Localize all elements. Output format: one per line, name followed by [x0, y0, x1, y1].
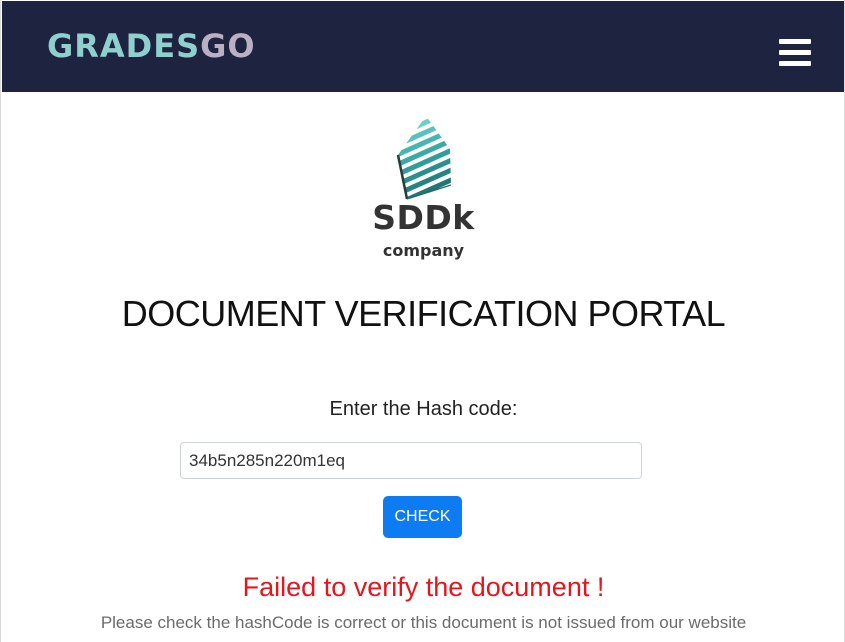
company-subtitle: company [382, 241, 465, 260]
company-name: SDDk [372, 198, 475, 237]
top-navbar: GRADESGO [2, 1, 844, 92]
hash-code-input[interactable] [180, 442, 642, 479]
check-button[interactable]: CHECK [383, 496, 462, 538]
hamburger-bar [779, 50, 811, 55]
brand-text-grades: GRADES [47, 27, 201, 65]
hamburger-bar [779, 61, 811, 66]
hamburger-menu-icon[interactable] [779, 39, 811, 67]
verification-error-title: Failed to verify the document ! [242, 572, 605, 602]
page-title: DOCUMENT VERIFICATION PORTAL [121, 293, 726, 334]
app-window: GRADESGO SDDk company DOCUMENT VERIFICAT… [0, 0, 845, 642]
hamburger-bar [779, 39, 811, 44]
brand-logo[interactable]: GRADESGO [47, 27, 256, 65]
brand-text-go: GO [200, 27, 256, 65]
hash-code-label: Enter the Hash code: [329, 398, 518, 420]
verification-error-detail: Please check the hashCode is correct or … [100, 613, 747, 632]
company-logo-icon [393, 113, 463, 203]
